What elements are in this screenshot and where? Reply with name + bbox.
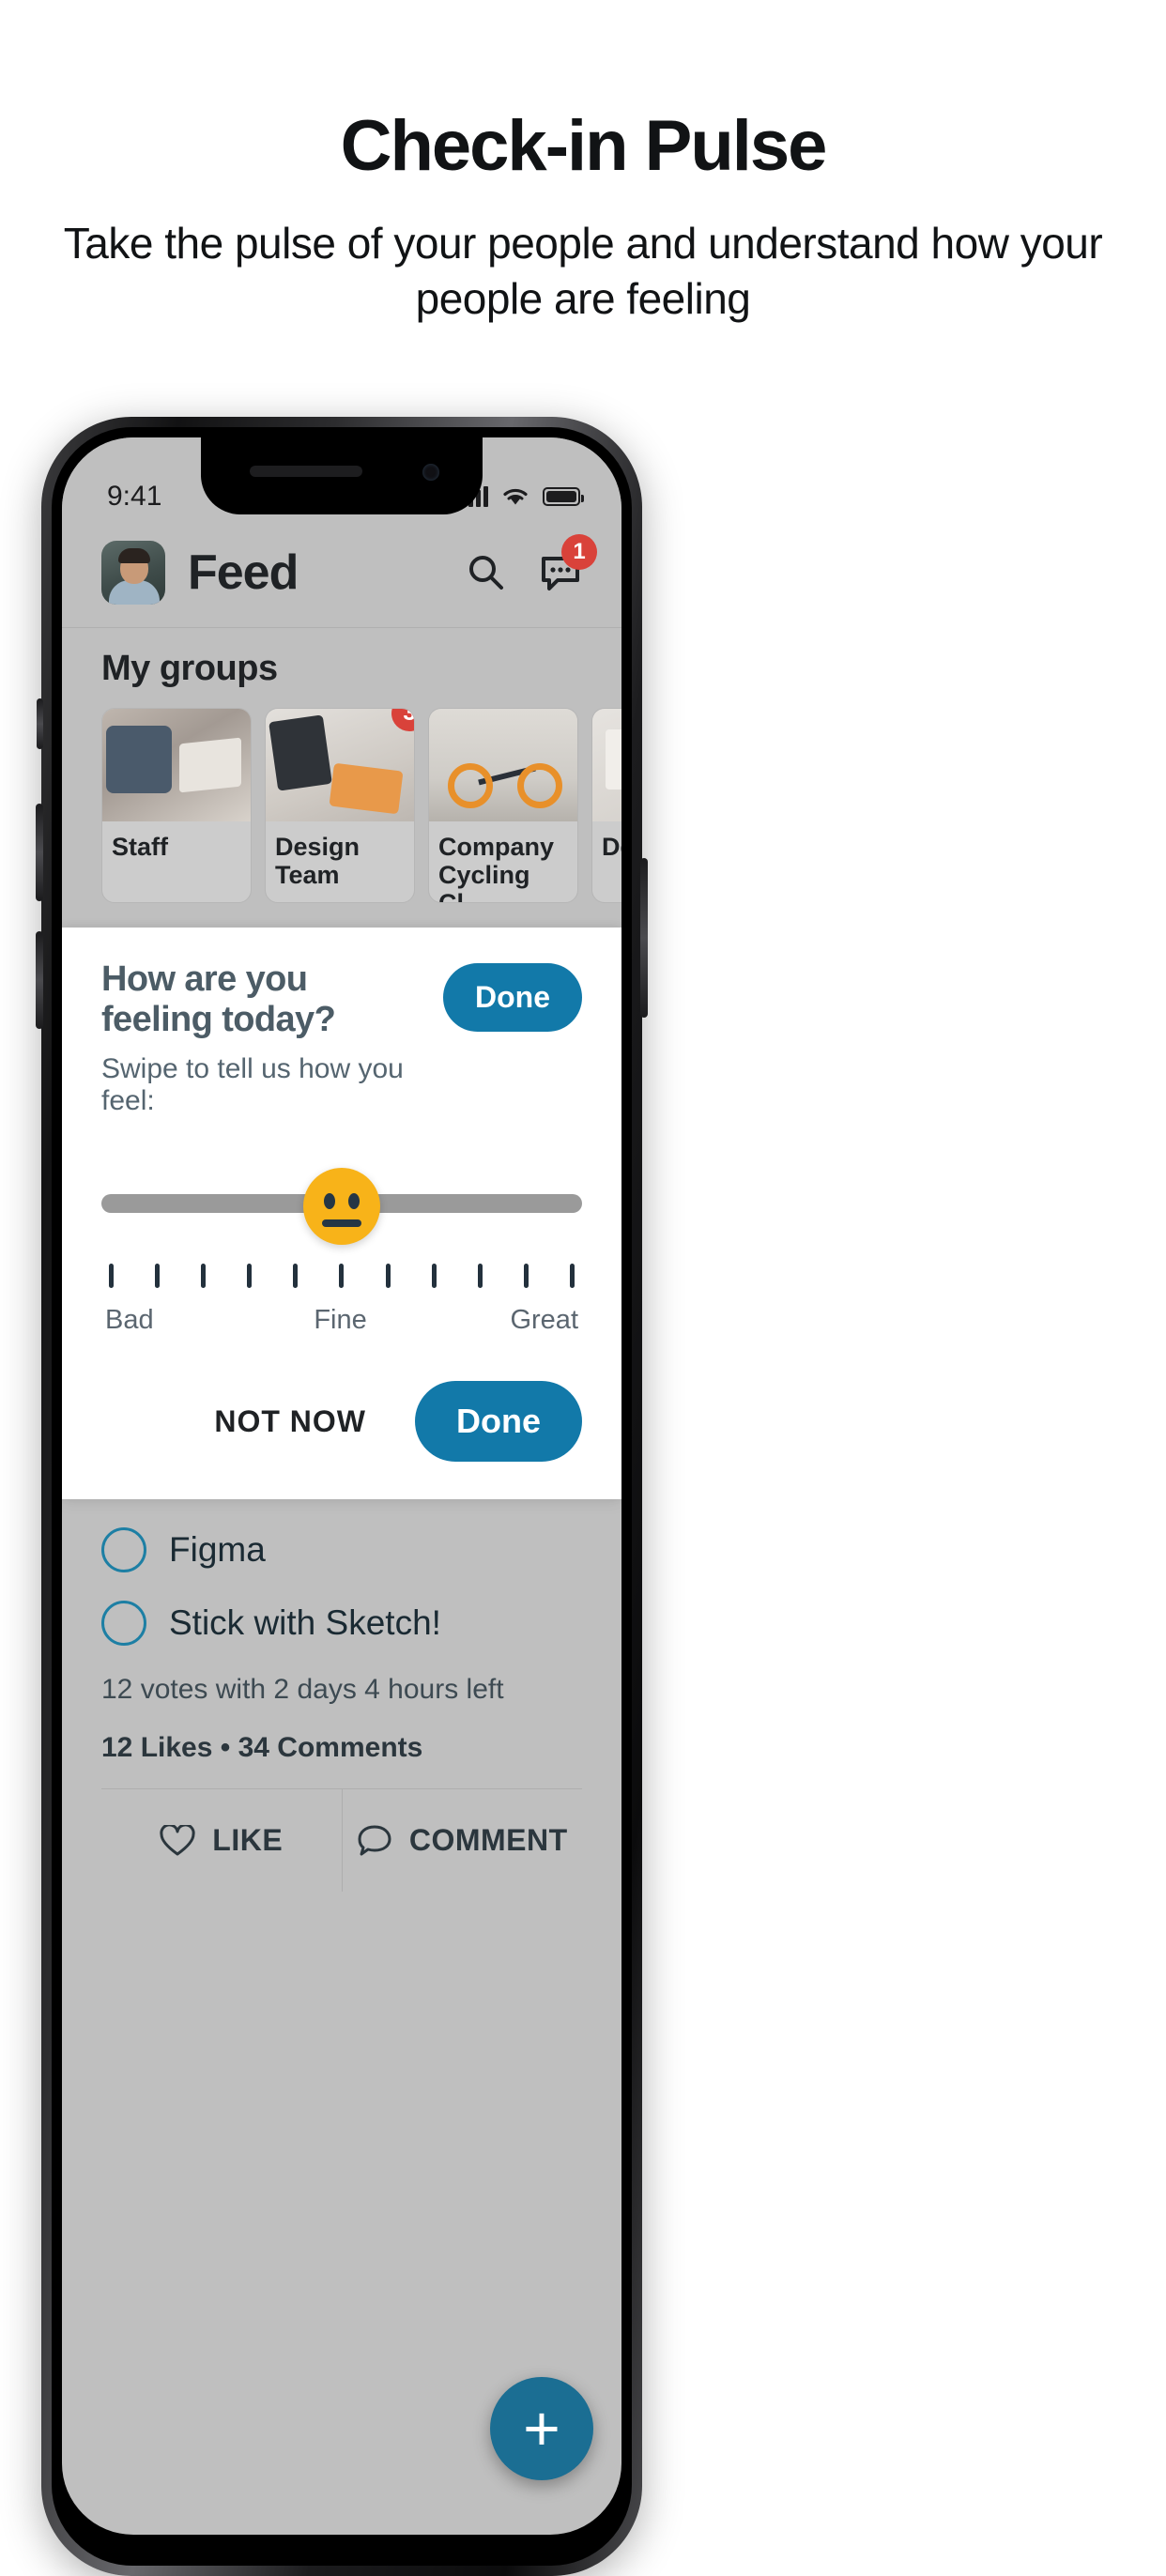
promo-title: Check-in Pulse bbox=[340, 106, 828, 186]
radio-button-icon[interactable] bbox=[101, 1527, 146, 1572]
page-title: Feed bbox=[188, 545, 299, 600]
poll-option[interactable]: Stick with Sketch! bbox=[101, 1601, 582, 1646]
messages-badge: 1 bbox=[561, 534, 597, 570]
volume-down-button[interactable] bbox=[36, 931, 43, 1029]
group-card[interactable]: Des Tea bbox=[591, 708, 621, 903]
my-groups-section: My groups Staff 3 Design Team Company Cy… bbox=[62, 628, 621, 928]
scale-label-fine: Fine bbox=[314, 1305, 367, 1335]
comment-button[interactable]: COMMENT bbox=[341, 1789, 583, 1892]
checkin-actions: NOT NOW Done bbox=[101, 1381, 582, 1462]
mood-slider-thumb[interactable] bbox=[303, 1168, 380, 1245]
neutral-face-icon bbox=[324, 1193, 335, 1209]
promo-subtitle: Take the pulse of your people and unders… bbox=[63, 219, 1103, 323]
group-name: Staff bbox=[112, 833, 168, 861]
comment-label: COMMENT bbox=[408, 1823, 568, 1857]
poll-option-label: Figma bbox=[169, 1530, 266, 1569]
group-card[interactable]: 3 Design Team bbox=[265, 708, 415, 903]
neutral-face-eye-right bbox=[348, 1193, 360, 1209]
volume-up-button[interactable] bbox=[36, 804, 43, 901]
poll-post: Figma Stick with Sketch! 12 votes with 2… bbox=[62, 1499, 621, 1892]
silent-switch[interactable] bbox=[37, 698, 43, 749]
scale-label-bad: Bad bbox=[105, 1305, 154, 1335]
post-action-bar: LIKE COMMENT bbox=[101, 1788, 582, 1892]
checkin-header-done-button[interactable]: Done bbox=[443, 963, 582, 1032]
radio-button-icon[interactable] bbox=[101, 1601, 146, 1646]
messages-button[interactable]: 1 bbox=[539, 534, 597, 594]
power-button[interactable] bbox=[640, 858, 648, 1018]
poll-votes-info: 12 votes with 2 days 4 hours left bbox=[101, 1674, 504, 1705]
group-thumbnail bbox=[592, 709, 621, 821]
search-button[interactable] bbox=[464, 551, 507, 594]
poll-option-label: Stick with Sketch! bbox=[169, 1603, 441, 1642]
neutral-face-mouth bbox=[322, 1219, 361, 1227]
like-button[interactable]: LIKE bbox=[101, 1789, 342, 1892]
groups-carousel[interactable]: Staff 3 Design Team Company Cycling Cl..… bbox=[62, 708, 621, 903]
wifi-icon bbox=[503, 488, 528, 505]
mood-slider-ticks bbox=[101, 1264, 582, 1288]
checkin-text-block: How are you feeling today? Swipe to tell… bbox=[101, 959, 426, 1117]
group-name: Des Tea bbox=[602, 833, 621, 861]
scale-label-great: Great bbox=[510, 1305, 578, 1335]
group-name: Design Team bbox=[275, 833, 361, 890]
checkin-pulse-card: How are you feeling today? Swipe to tell… bbox=[62, 928, 621, 1499]
comment-bubble-icon bbox=[358, 1825, 391, 1855]
group-thumbnail bbox=[102, 709, 251, 821]
poll-option[interactable]: Figma bbox=[101, 1527, 582, 1572]
search-icon bbox=[469, 556, 503, 590]
phone-mockup: 9:41 Feed 1 My groups Staff 3 Design Tea… bbox=[36, 417, 648, 2576]
group-card[interactable]: Staff bbox=[101, 708, 252, 903]
not-now-button[interactable]: NOT NOW bbox=[214, 1404, 366, 1439]
phone-screen: 9:41 Feed 1 My groups Staff 3 Design Tea… bbox=[62, 437, 621, 2535]
earpiece-speaker bbox=[250, 466, 362, 477]
post-stats: 12 Likes • 34 Comments bbox=[101, 1732, 423, 1763]
avatar[interactable] bbox=[101, 541, 165, 605]
promo-header: Check-in Pulse Take the pulse of your pe… bbox=[0, 0, 1166, 327]
checkin-header: How are you feeling today? Swipe to tell… bbox=[101, 959, 582, 1117]
front-camera-icon bbox=[422, 464, 439, 481]
feed-header: Feed 1 bbox=[62, 528, 621, 628]
my-groups-title: My groups bbox=[101, 649, 278, 688]
group-thumbnail bbox=[429, 709, 577, 821]
checkin-instruction: Swipe to tell us how you feel: bbox=[101, 1053, 404, 1116]
group-thumbnail bbox=[266, 709, 414, 821]
group-card[interactable]: Company Cycling Cl... bbox=[428, 708, 578, 903]
checkin-question: How are you feeling today? bbox=[101, 959, 336, 1039]
group-name: Company Cycling Cl... bbox=[438, 833, 555, 902]
avatar-hair bbox=[118, 548, 150, 563]
done-button[interactable]: Done bbox=[415, 1381, 582, 1462]
like-label: LIKE bbox=[212, 1823, 284, 1857]
mood-scale-labels: Bad Fine Great bbox=[101, 1305, 582, 1336]
create-post-fab[interactable]: + bbox=[490, 2377, 593, 2480]
phone-notch bbox=[201, 437, 483, 514]
status-bar-time: 9:41 bbox=[107, 481, 162, 512]
header-actions: 1 bbox=[464, 534, 597, 594]
battery-icon bbox=[543, 487, 584, 506]
mood-slider[interactable] bbox=[101, 1168, 582, 1258]
heart-icon bbox=[160, 1824, 195, 1855]
plus-icon: + bbox=[523, 2393, 560, 2464]
